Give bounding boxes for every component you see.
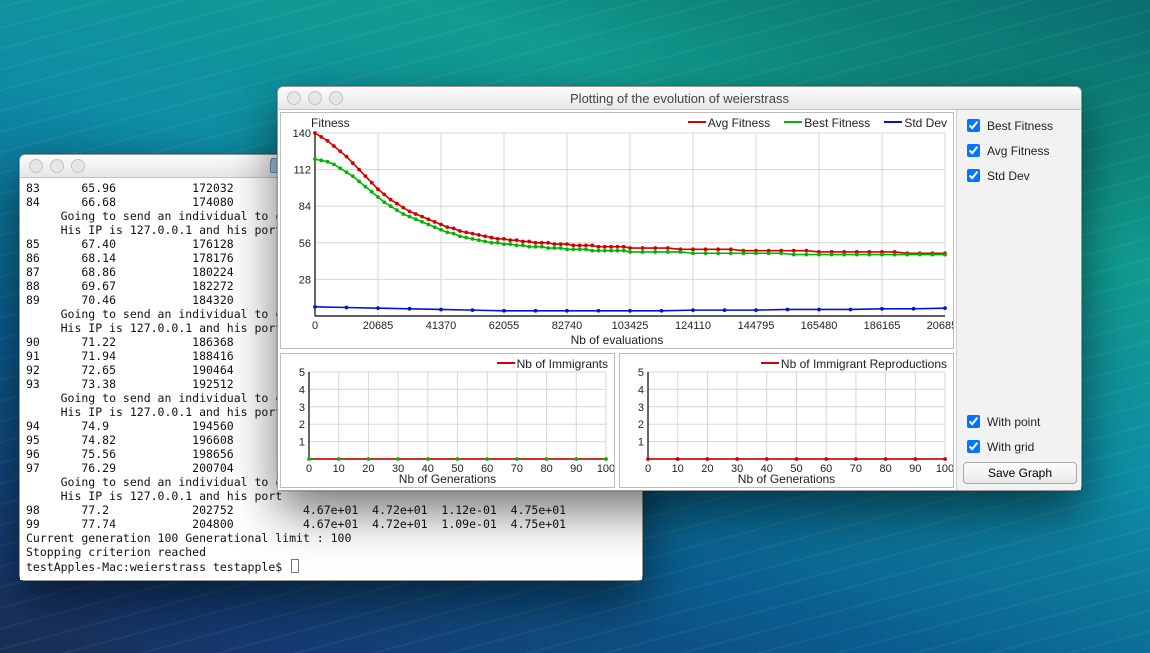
minimize-icon[interactable] (50, 159, 64, 173)
svg-text:3: 3 (638, 402, 644, 414)
svg-text:56: 56 (299, 238, 311, 250)
plot-titlebar[interactable]: Plotting of the evolution of weierstrass (278, 87, 1081, 110)
checkbox-input[interactable] (967, 415, 980, 428)
checkbox-label: Best Fitness (987, 119, 1053, 133)
svg-text:124110: 124110 (675, 320, 711, 332)
svg-text:2: 2 (638, 420, 644, 432)
svg-text:0: 0 (312, 320, 318, 332)
traffic-lights[interactable] (20, 159, 85, 173)
svg-text:4: 4 (638, 385, 644, 397)
checkbox-label: Avg Fitness (987, 144, 1049, 158)
side-panel: Best Fitness Avg Fitness Std Dev With po… (956, 110, 1081, 490)
checkbox-label: Std Dev (987, 169, 1030, 183)
svg-text:140: 140 (293, 128, 311, 140)
svg-text:112: 112 (293, 165, 311, 177)
zoom-icon[interactable] (329, 91, 343, 105)
traffic-lights[interactable] (278, 91, 343, 105)
bottom-charts: 010203040506070809010012345Nb of Immigra… (278, 351, 956, 490)
plot-window-title: Plotting of the evolution of weierstrass (278, 91, 1081, 106)
svg-text:206850: 206850 (927, 320, 953, 332)
svg-text:2: 2 (299, 420, 305, 432)
checkbox-best-fitness[interactable]: Best Fitness (963, 116, 1077, 135)
immigrant-repro-chart[interactable]: 010203040506070809010012345Nb of Immigra… (619, 353, 954, 488)
zoom-icon[interactable] (71, 159, 85, 173)
svg-text:3: 3 (299, 402, 305, 414)
minimize-icon[interactable] (308, 91, 322, 105)
svg-text:62055: 62055 (489, 320, 520, 332)
svg-text:84: 84 (299, 201, 311, 213)
close-icon[interactable] (287, 91, 301, 105)
plots-area: 0 20685 41370 62055 82740 103425 124110 144795 1… (278, 110, 956, 490)
svg-text:28: 28 (299, 274, 311, 286)
svg-text:103425: 103425 (612, 320, 649, 332)
checkbox-avg-fitness[interactable]: Avg Fitness (963, 141, 1077, 160)
plot-content: 0 20685 41370 62055 82740 103425 124110 144795 1… (278, 110, 1081, 490)
checkbox-label: With grid (987, 440, 1034, 454)
checkbox-with-grid[interactable]: With grid (963, 437, 1077, 456)
svg-text:5: 5 (638, 367, 644, 379)
fitness-chart[interactable]: 0 20685 41370 62055 82740 103425 124110 144795 1… (280, 112, 954, 349)
svg-text:186165: 186165 (864, 320, 901, 332)
svg-text:1: 1 (638, 437, 644, 449)
close-icon[interactable] (29, 159, 43, 173)
svg-text:82740: 82740 (552, 320, 583, 332)
svg-text:165480: 165480 (801, 320, 838, 332)
desktop: { "terminal": { "title_prefix": "wei", "… (0, 0, 1150, 653)
checkbox-label: With point (987, 415, 1040, 429)
svg-text:1: 1 (299, 437, 305, 449)
checkbox-input[interactable] (967, 169, 980, 182)
checkbox-input[interactable] (967, 144, 980, 157)
checkbox-input[interactable] (967, 119, 980, 132)
checkbox-with-point[interactable]: With point (963, 412, 1077, 431)
plot-window[interactable]: Plotting of the evolution of weierstrass… (277, 86, 1082, 491)
svg-text:41370: 41370 (426, 320, 457, 332)
immigrants-chart[interactable]: 010203040506070809010012345Nb of Immigra… (280, 353, 615, 488)
save-graph-button[interactable]: Save Graph (963, 462, 1077, 484)
checkbox-std-dev[interactable]: Std Dev (963, 166, 1077, 185)
svg-text:5: 5 (299, 367, 305, 379)
checkbox-input[interactable] (967, 440, 980, 453)
svg-text:20685: 20685 (363, 320, 394, 332)
svg-text:144795: 144795 (738, 320, 775, 332)
svg-text:4: 4 (299, 385, 305, 397)
